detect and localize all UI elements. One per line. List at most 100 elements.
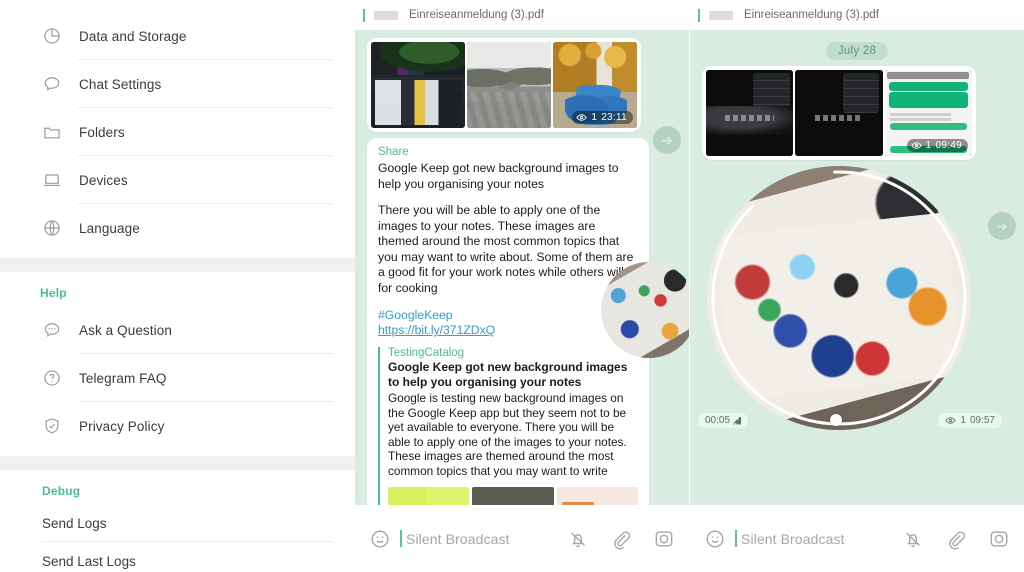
globe-icon — [40, 216, 64, 240]
sidebar-item-chat-settings[interactable]: Chat Settings — [0, 60, 355, 108]
view-count: 1 — [591, 112, 598, 123]
debug-item-label: Send Logs — [42, 515, 107, 531]
post-message-bubble[interactable]: Share Google Keep got new background ima… — [367, 138, 649, 535]
sidebar-item-label: Privacy Policy — [79, 418, 165, 434]
sidebar-item-telegram-faq[interactable]: Telegram FAQ — [0, 354, 355, 402]
shield-check-icon — [40, 414, 64, 438]
album-message-bubble[interactable]: 1 09:49 — [702, 66, 976, 160]
camera-icon[interactable] — [988, 528, 1010, 550]
debug-section-header: Debug — [42, 484, 81, 498]
paperclip-icon[interactable] — [945, 528, 967, 550]
sidebar-item-devices[interactable]: Devices — [0, 156, 355, 204]
album-photo-1[interactable] — [371, 42, 466, 128]
smiley-icon[interactable] — [704, 528, 726, 550]
question-circle-icon — [40, 366, 64, 390]
paperclip-icon[interactable] — [610, 528, 632, 550]
photo-album: 1 09:49 — [702, 66, 976, 160]
pinned-file-name: Einreiseanmeldung (3).pdf — [744, 9, 879, 21]
accent-bar — [363, 8, 365, 22]
forward-button-album[interactable] — [653, 126, 681, 154]
album-photo-3[interactable]: 1 09:49 — [884, 70, 972, 156]
sidebar-item-data-and-storage[interactable]: Data and Storage — [0, 12, 355, 60]
album-photo-1[interactable] — [706, 70, 794, 156]
message-time: 09:57 — [969, 415, 995, 426]
overlay-sticker-image[interactable] — [601, 262, 689, 358]
eye-icon — [945, 417, 957, 424]
forward-arrow-icon — [662, 137, 673, 144]
accent-bar — [698, 8, 700, 22]
media-stats-badge: 1 23:11 — [572, 111, 633, 124]
photo-album: 1 23:11 — [367, 38, 641, 132]
eye-icon — [576, 114, 587, 121]
middle-input-bar: Silent Broadcast — [355, 505, 689, 572]
sidebar-item-label: Chat Settings — [79, 76, 162, 92]
link-preview-site: TestingCatalog — [388, 347, 465, 359]
message-time: 09:49 — [935, 140, 962, 151]
pie-chart-icon — [40, 24, 64, 48]
date-separator-chip: July 28 — [825, 42, 889, 60]
chat-bubble-icon — [40, 72, 64, 96]
smiley-icon[interactable] — [369, 528, 391, 550]
sidebar-item-ask-a-question[interactable]: Ask a Question — [0, 306, 355, 354]
file-thumbnail — [709, 10, 733, 20]
post-body: Share Google Keep got new background ima… — [367, 138, 649, 535]
file-thumbnail — [374, 10, 398, 20]
link-preview-description: Google is testing new background images … — [388, 391, 627, 478]
right-chat-messages: July 28 1 09:49 00:05 1 09:57 — [690, 30, 1024, 535]
message-time: 23:11 — [601, 112, 627, 123]
right-chat-panel: Einreiseanmeldung (3).pdf July 28 1 09:4… — [690, 0, 1024, 572]
camera-icon[interactable] — [653, 528, 675, 550]
debug-item-send-last-logs[interactable]: Send Last Logs — [0, 542, 355, 572]
pinned-file-name: Einreiseanmeldung (3).pdf — [409, 9, 544, 21]
external-link[interactable]: https://bit.ly/371ZDxQ — [378, 323, 638, 337]
link-preview-title: Google Keep got new background images to… — [388, 360, 628, 389]
section-separator-band-2 — [0, 456, 355, 470]
album-photo-2[interactable] — [467, 42, 552, 128]
sidebar-item-label: Ask a Question — [79, 322, 172, 338]
app-root: Data and Storage Chat Settings Folders D… — [0, 0, 1024, 572]
video-duration: 00:05 — [705, 415, 731, 426]
signal-bars-icon — [733, 416, 742, 425]
album-photo-2[interactable] — [795, 70, 883, 156]
right-chat-topbar[interactable]: Einreiseanmeldung (3).pdf — [690, 0, 1024, 30]
middle-chat-topbar[interactable]: Einreiseanmeldung (3).pdf — [355, 0, 689, 30]
settings-panel: Data and Storage Chat Settings Folders D… — [0, 0, 355, 572]
bell-muted-icon[interactable] — [902, 528, 924, 550]
post-headline: Google Keep got new background images to… — [378, 161, 622, 191]
video-duration-badge: 00:05 — [698, 413, 749, 428]
media-stats-badge: 1 09:57 — [938, 413, 1002, 428]
sidebar-item-folders[interactable]: Folders — [0, 108, 355, 156]
text-caret — [400, 530, 402, 547]
album-photo-3[interactable]: 1 23:11 — [553, 42, 637, 128]
message-input[interactable]: Silent Broadcast — [406, 531, 567, 547]
middle-chat-messages: 1 23:11 Share Google Keep got new backgr… — [355, 30, 689, 535]
view-count: 1 — [960, 415, 966, 426]
section-separator-band — [0, 258, 355, 272]
debug-item-label: Send Last Logs — [42, 553, 136, 569]
video-note-message[interactable]: 00:05 1 09:57 — [690, 166, 1024, 438]
media-stats-badge: 1 09:49 — [906, 139, 968, 152]
sidebar-item-label: Devices — [79, 172, 128, 188]
sidebar-item-language[interactable]: Language — [0, 204, 355, 252]
chat-dots-icon — [40, 318, 64, 342]
eye-icon — [910, 142, 922, 149]
video-progress-handle[interactable] — [830, 414, 842, 426]
laptop-icon — [40, 168, 64, 192]
middle-chat-panel: Einreiseanmeldung (3).pdf 1 23:11 Share … — [355, 0, 689, 572]
album-message-bubble[interactable]: 1 23:11 — [367, 38, 641, 132]
right-input-bar: Silent Broadcast — [690, 505, 1024, 572]
bell-muted-icon[interactable] — [567, 528, 589, 550]
message-input[interactable]: Silent Broadcast — [741, 531, 902, 547]
help-section-header: Help — [40, 286, 67, 300]
sidebar-item-privacy-policy[interactable]: Privacy Policy — [0, 402, 355, 450]
video-note-circle[interactable] — [707, 166, 971, 430]
input-action-icons — [567, 528, 675, 550]
debug-item-send-logs[interactable]: Send Logs — [0, 504, 355, 542]
sidebar-item-label: Telegram FAQ — [79, 370, 167, 386]
post-text: There you will be able to apply one of t… — [378, 203, 637, 295]
text-caret — [735, 530, 737, 547]
hashtag-link[interactable]: #GoogleKeep — [378, 307, 638, 323]
sidebar-item-label: Data and Storage — [79, 28, 187, 44]
view-count: 1 — [925, 140, 932, 151]
sidebar-item-label: Folders — [79, 124, 125, 140]
